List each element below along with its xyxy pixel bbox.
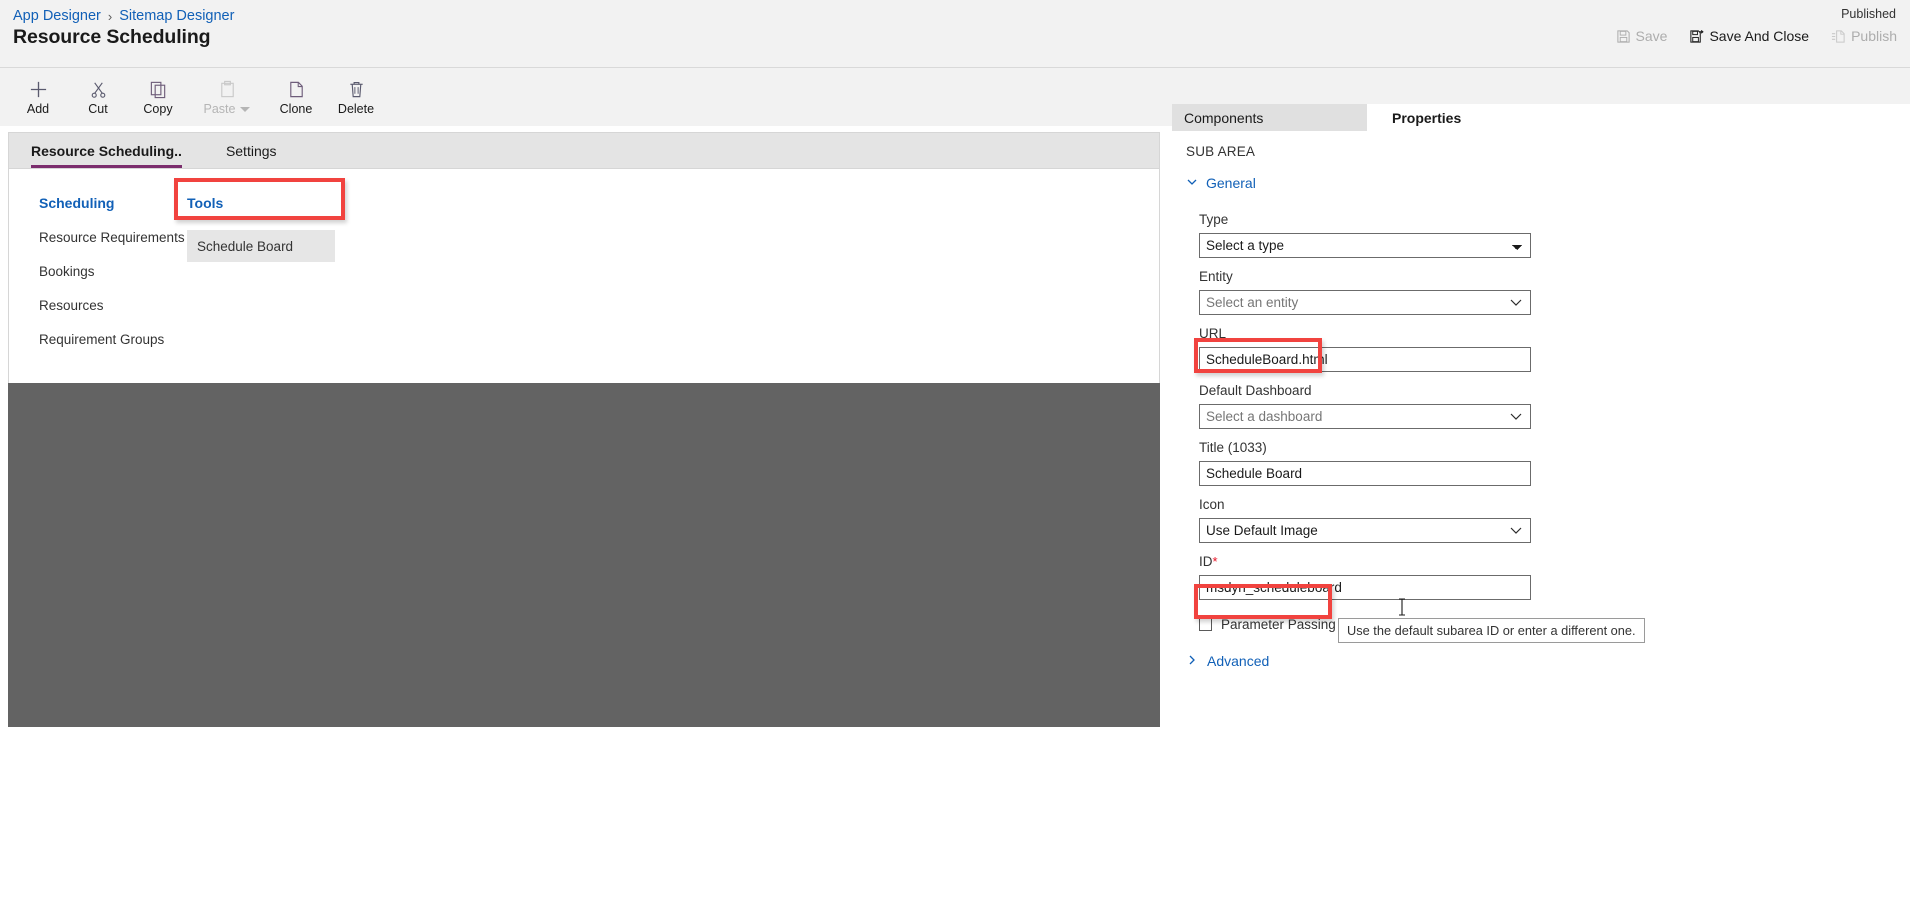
add-button[interactable]: Add <box>8 75 68 116</box>
field-type: Type Select a type <box>1199 212 1910 258</box>
tile-wrapper: Schedule Board <box>187 230 357 262</box>
delete-button-label: Delete <box>337 102 375 116</box>
group-header-scheduling[interactable]: Scheduling <box>39 195 199 211</box>
breadcrumb-sitemap-designer[interactable]: Sitemap Designer <box>119 8 234 24</box>
paste-button[interactable]: Paste <box>188 75 266 116</box>
field-id-label: ID* <box>1199 554 1910 569</box>
add-button-label: Add <box>26 102 50 116</box>
general-section-label: General <box>1206 175 1256 191</box>
canvas-empty-region <box>8 383 1160 727</box>
tab-settings-label: Settings <box>225 142 277 159</box>
group-column-scheduling: Scheduling Resource Requirements Booking… <box>39 195 199 366</box>
subarea-resources[interactable]: Resources <box>39 298 199 313</box>
properties-panel-tabs: Components Properties <box>1172 104 1910 131</box>
header-actions: Save Save And Close Publish <box>1613 26 1900 46</box>
clipboard-icon <box>218 78 237 100</box>
publish-button-label: Publish <box>1851 28 1897 44</box>
tab-settings[interactable]: Settings <box>203 133 299 168</box>
type-select[interactable]: Select a type <box>1199 233 1531 258</box>
field-id-label-text: ID <box>1199 554 1213 569</box>
field-url: URL <box>1199 326 1910 372</box>
field-default-dashboard: Default Dashboard <box>1199 383 1910 429</box>
tab-properties[interactable]: Properties <box>1367 104 1567 131</box>
tab-resource-scheduling[interactable]: Resource Scheduling.. <box>9 133 204 168</box>
save-button-label: Save <box>1635 28 1668 44</box>
field-entity-label: Entity <box>1199 269 1233 284</box>
field-type-label: Type <box>1199 212 1229 227</box>
title-input[interactable] <box>1199 461 1531 486</box>
publish-button[interactable]: Publish <box>1828 26 1900 46</box>
publish-status-label: Published <box>1841 7 1896 21</box>
icon-input[interactable] <box>1199 518 1531 543</box>
clone-icon <box>287 78 306 100</box>
breadcrumb-separator-icon: › <box>107 8 113 24</box>
icon-combobox[interactable] <box>1199 518 1531 543</box>
delete-button[interactable]: Delete <box>326 75 386 116</box>
parameter-passing-label: Parameter Passing <box>1221 617 1336 632</box>
save-and-close-icon <box>1689 29 1705 44</box>
copy-icon <box>149 78 168 100</box>
save-icon <box>1616 29 1631 44</box>
cut-button-label: Cut <box>88 102 108 116</box>
field-entity: Entity <box>1199 269 1910 315</box>
trash-icon <box>347 78 366 100</box>
plus-icon <box>29 78 48 100</box>
chevron-down-icon <box>1186 175 1198 191</box>
paste-button-label: Paste <box>203 102 236 116</box>
default-dashboard-combobox[interactable] <box>1199 404 1531 429</box>
save-and-close-button[interactable]: Save And Close <box>1686 26 1812 46</box>
id-input[interactable] <box>1199 575 1531 600</box>
chevron-down-icon[interactable] <box>240 106 251 112</box>
tab-components[interactable]: Components <box>1172 104 1367 131</box>
tab-resource-scheduling-label: Resource Scheduling.. <box>31 142 182 159</box>
tab-components-label: Components <box>1184 109 1264 126</box>
save-and-close-label: Save And Close <box>1709 28 1810 44</box>
default-dashboard-input[interactable] <box>1199 404 1531 429</box>
save-button[interactable]: Save <box>1613 26 1671 46</box>
field-icon-label: Icon <box>1199 497 1225 512</box>
id-field-tooltip: Use the default subarea ID or enter a di… <box>1338 618 1645 643</box>
tab-properties-label: Properties <box>1392 109 1462 126</box>
sitemap-canvas: Resource Scheduling.. Settings Schedulin… <box>8 132 1160 383</box>
clone-button-label: Clone <box>279 102 313 116</box>
breadcrumb-app-designer[interactable]: App Designer <box>13 8 101 24</box>
page-title: Resource Scheduling <box>13 26 211 48</box>
scissors-icon <box>89 78 108 100</box>
field-default-dashboard-label: Default Dashboard <box>1199 383 1312 398</box>
group-header-tools[interactable]: Tools <box>187 195 367 211</box>
publish-icon <box>1831 29 1846 44</box>
url-input[interactable] <box>1199 347 1531 372</box>
group-column-tools: Tools Schedule Board <box>187 195 367 262</box>
field-id: ID* <box>1199 554 1910 600</box>
subarea-requirement-groups[interactable]: Requirement Groups <box>39 332 199 347</box>
subarea-schedule-board-label: Schedule Board <box>197 238 294 254</box>
entity-input[interactable] <box>1199 290 1531 315</box>
field-title: Title (1033) <box>1199 440 1910 486</box>
copy-button[interactable]: Copy <box>128 75 188 116</box>
general-fields: Type Select a type Entity URL <box>1172 191 1910 632</box>
subarea-resource-requirements[interactable]: Resource Requirements <box>39 230 199 245</box>
chevron-right-icon <box>1186 653 1198 669</box>
advanced-section-label: Advanced <box>1207 653 1270 669</box>
clone-button[interactable]: Clone <box>266 75 326 116</box>
app-header: App Designer › Sitemap Designer Resource… <box>0 0 1910 67</box>
field-icon: Icon <box>1199 497 1910 543</box>
sitemap-designer-app: App Designer › Sitemap Designer Resource… <box>0 0 1910 898</box>
subarea-schedule-board-tile[interactable]: Schedule Board <box>187 230 335 262</box>
copy-button-label: Copy <box>143 102 173 116</box>
field-url-label: URL <box>1199 326 1227 341</box>
properties-panel: Components Properties SUB AREA General T… <box>1172 104 1910 898</box>
subarea-bookings[interactable]: Bookings <box>39 264 199 279</box>
canvas-tabstrip: Resource Scheduling.. Settings <box>9 133 1159 169</box>
panel-section-title: SUB AREA <box>1186 144 1256 159</box>
cut-button[interactable]: Cut <box>68 75 128 116</box>
field-title-label: Title (1033) <box>1199 440 1267 455</box>
parameter-passing-checkbox[interactable] <box>1199 618 1212 631</box>
breadcrumb: App Designer › Sitemap Designer <box>13 8 234 24</box>
required-marker: * <box>1212 554 1218 569</box>
canvas-body: Scheduling Resource Requirements Booking… <box>9 169 1159 383</box>
entity-combobox[interactable] <box>1199 290 1531 315</box>
text-cursor-icon <box>1397 598 1407 621</box>
general-section-toggle[interactable]: General <box>1172 159 1910 191</box>
